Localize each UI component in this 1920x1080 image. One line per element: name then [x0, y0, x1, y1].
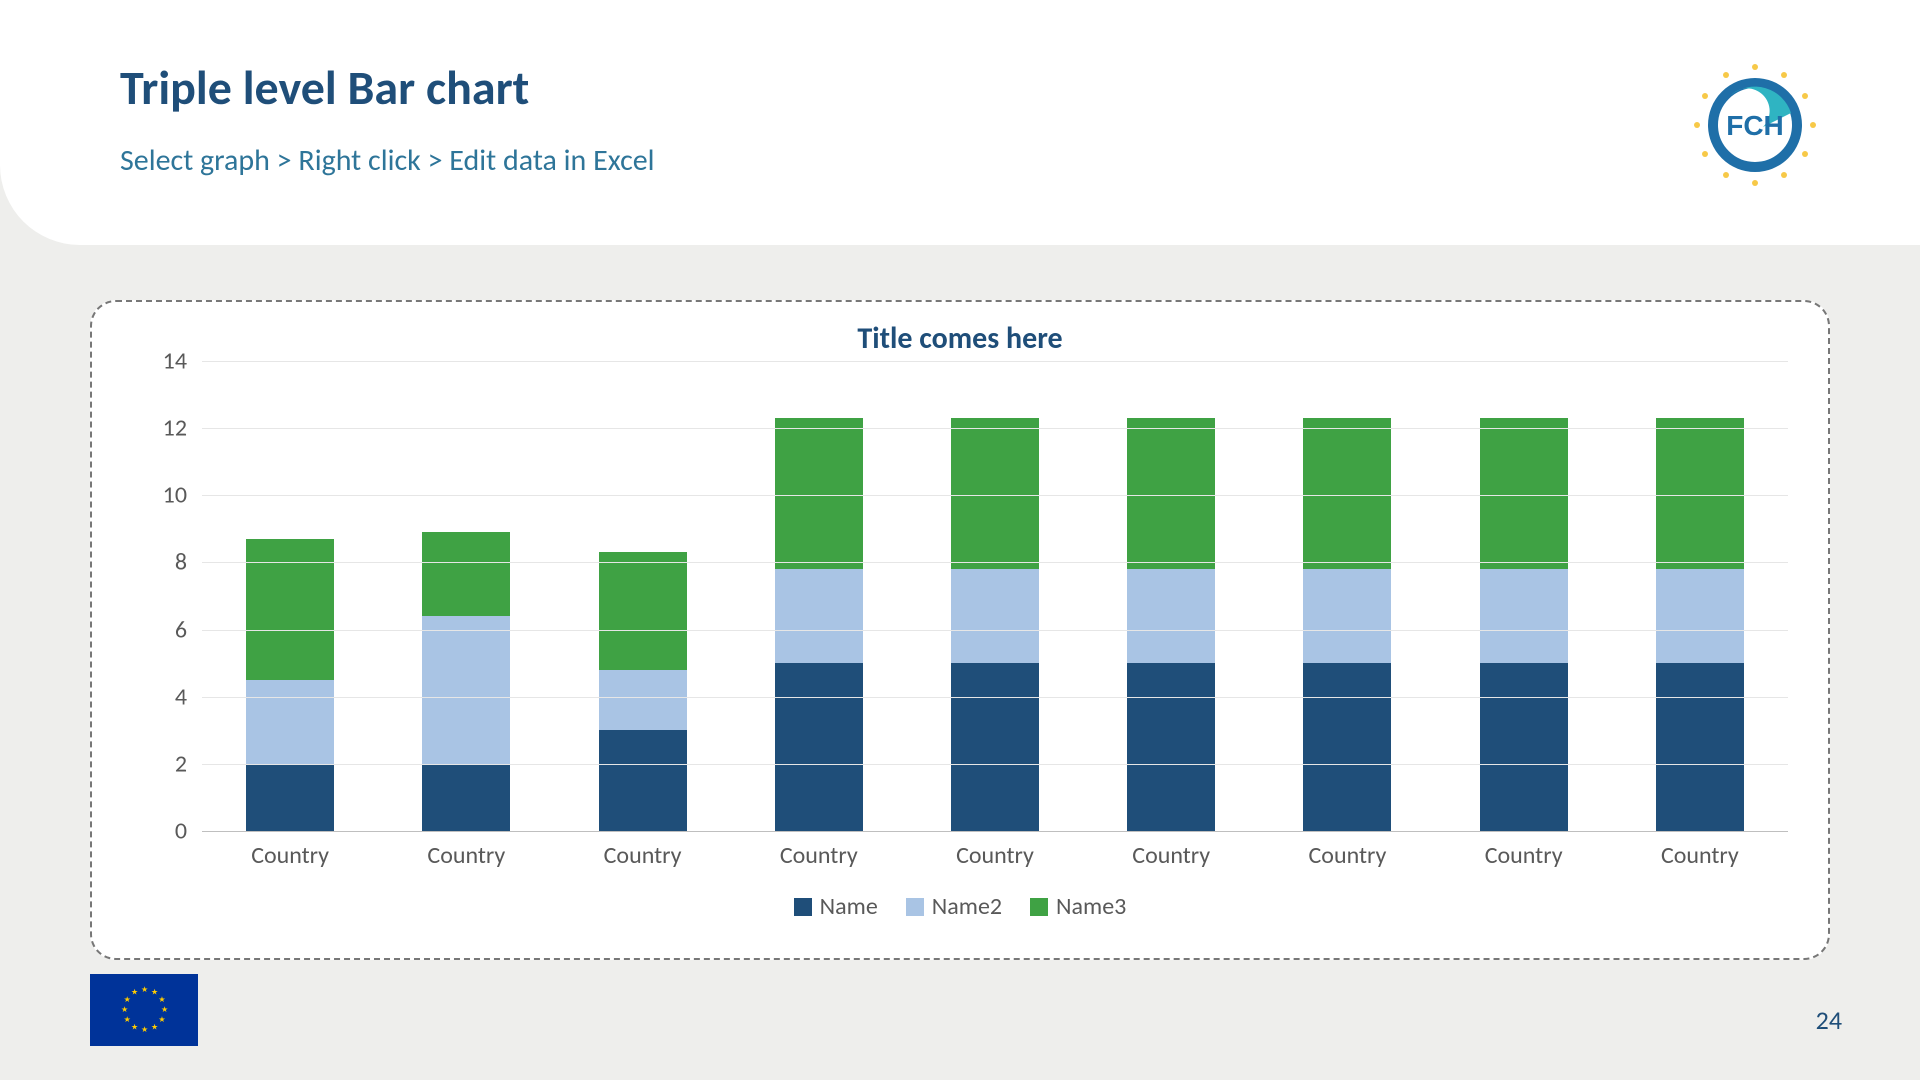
- chart-gridline: [202, 428, 1788, 429]
- chart-x-label: Country: [1640, 841, 1760, 870]
- chart-bar-segment: [599, 552, 687, 670]
- chart-x-label: Country: [935, 841, 1055, 870]
- legend-label: Name: [820, 892, 878, 921]
- chart-bars: [202, 361, 1788, 831]
- chart-bar-segment: [599, 730, 687, 831]
- chart-gridline: [202, 562, 1788, 563]
- chart-gridline: [202, 361, 1788, 362]
- chart-x-label: Country: [583, 841, 703, 870]
- chart-x-label: Country: [230, 841, 350, 870]
- page-number: 24: [1816, 1004, 1842, 1036]
- chart-bar-segment: [951, 569, 1039, 663]
- chart-title: Title comes here: [122, 320, 1798, 357]
- header-panel: [0, 0, 1920, 245]
- chart-bar: [422, 532, 510, 831]
- chart-bar-segment: [246, 539, 334, 680]
- chart-legend: Name Name2 Name3: [122, 892, 1798, 921]
- chart-gridline: [202, 764, 1788, 765]
- chart-bar-segment: [1480, 663, 1568, 831]
- chart-bar-segment: [1127, 569, 1215, 663]
- legend-swatch-icon: [906, 898, 924, 916]
- chart-bar-segment: [422, 532, 510, 616]
- chart-legend-item: Name3: [1030, 892, 1126, 921]
- chart-bar: [951, 418, 1039, 831]
- page-title: Triple level Bar chart: [120, 58, 529, 117]
- chart-x-labels: Country Country Country Country Country Count…: [202, 841, 1788, 870]
- chart-bar-segment: [951, 663, 1039, 831]
- chart-bar-segment: [422, 764, 510, 831]
- eu-flag-icon: ★★★★★★★★★★★★: [90, 974, 198, 1046]
- chart-bar: [1656, 418, 1744, 831]
- chart-bar-segment: [1480, 569, 1568, 663]
- chart-bar-segment: [775, 663, 863, 831]
- chart-bar-segment: [246, 764, 334, 831]
- chart-bar: [1303, 418, 1391, 831]
- chart-y-tick: 4: [137, 682, 187, 711]
- chart-y-tick: 8: [137, 548, 187, 577]
- chart-bar: [246, 539, 334, 831]
- chart-gridline: [202, 630, 1788, 631]
- chart-x-label: Country: [1287, 841, 1407, 870]
- chart-bar-segment: [246, 680, 334, 764]
- chart-legend-item: Name2: [906, 892, 1002, 921]
- legend-label: Name2: [932, 892, 1002, 921]
- chart-y-tick: 0: [137, 817, 187, 846]
- chart-bar-segment: [599, 670, 687, 730]
- chart-y-tick: 2: [137, 749, 187, 778]
- chart-gridline: [202, 697, 1788, 698]
- chart-bar-segment: [775, 569, 863, 663]
- chart-gridline: [202, 495, 1788, 496]
- chart-bar-segment: [1303, 663, 1391, 831]
- chart-x-label: Country: [1464, 841, 1584, 870]
- chart-x-label: Country: [406, 841, 526, 870]
- chart-bar-segment: [1656, 569, 1744, 663]
- chart-y-tick: 10: [137, 481, 187, 510]
- chart-gridline: [202, 831, 1788, 832]
- chart-bar-segment: [1127, 418, 1215, 569]
- chart-bar-segment: [1656, 663, 1744, 831]
- chart-bar-segment: [1127, 663, 1215, 831]
- chart-bar-segment: [1480, 418, 1568, 569]
- chart-bar-segment: [951, 418, 1039, 569]
- chart-bar-segment: [1303, 569, 1391, 663]
- chart-y-tick: 6: [137, 615, 187, 644]
- page-subtitle: Select graph > Right click > Edit data i…: [120, 142, 655, 179]
- chart-bar: [1480, 418, 1568, 831]
- chart-legend-item: Name: [794, 892, 878, 921]
- chart-bar-segment: [1303, 418, 1391, 569]
- legend-swatch-icon: [1030, 898, 1048, 916]
- chart-bar: [775, 418, 863, 831]
- chart-bar: [599, 552, 687, 831]
- legend-label: Name3: [1056, 892, 1126, 921]
- chart-y-tick: 12: [137, 414, 187, 443]
- chart-bar-segment: [1656, 418, 1744, 569]
- legend-swatch-icon: [794, 898, 812, 916]
- chart-bar: [1127, 418, 1215, 831]
- chart-x-label: Country: [759, 841, 879, 870]
- chart-plot-area: 02468101214: [122, 361, 1798, 831]
- svg-text:FCH: FCH: [1726, 110, 1784, 141]
- chart-x-label: Country: [1111, 841, 1231, 870]
- chart-bar-segment: [422, 616, 510, 764]
- fch-logo: FCH: [1680, 50, 1830, 200]
- chart-container[interactable]: Title comes here 02468101214 CountryCoun…: [90, 300, 1830, 960]
- chart-bar-segment: [775, 418, 863, 569]
- chart-y-tick: 14: [137, 347, 187, 376]
